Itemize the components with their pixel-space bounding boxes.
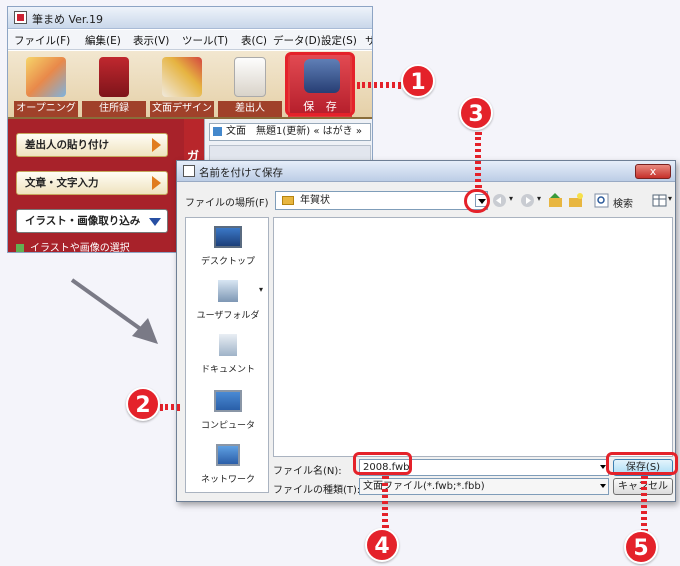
file-list[interactable]	[273, 217, 673, 457]
callout-4: 4	[365, 528, 399, 562]
new-folder-icon[interactable]	[567, 192, 584, 209]
dialog-app-icon	[183, 165, 195, 177]
user-folder-icon	[218, 280, 238, 302]
sender-paste-button[interactable]: 差出人の貼り付け	[16, 133, 168, 157]
connector-5	[641, 476, 647, 532]
menu-view[interactable]: 表示(V)	[133, 33, 169, 48]
illustration-select-label: イラストや画像の選択	[30, 243, 130, 253]
toolbar-address-book-label: 住所録	[82, 101, 146, 117]
view-dropdown-icon[interactable]: ▾	[668, 194, 672, 203]
place-user-folder[interactable]: ユーザフォルダ	[186, 274, 270, 330]
app-titlebar: 筆まめ Ver.19	[8, 7, 372, 29]
computer-icon	[214, 390, 242, 412]
text-input-button[interactable]: 文章・文字入力	[16, 171, 168, 195]
filetype-select[interactable]: 文面ファイル(*.fwb;*.fbb)	[359, 478, 609, 495]
callout-3: 3	[459, 96, 493, 130]
place-documents[interactable]: ドキュメント	[186, 328, 270, 384]
forward-icon[interactable]	[519, 192, 536, 209]
close-button[interactable]: x	[635, 164, 671, 179]
chevron-down-icon[interactable]	[600, 484, 606, 488]
callout-1: 1	[401, 64, 435, 98]
connector-4	[382, 476, 388, 528]
place-desktop-label: デスクトップ	[200, 257, 255, 267]
dialog-title: 名前を付けて保存	[199, 167, 283, 179]
place-network-label: ネットワーク	[200, 475, 255, 485]
filename-label: ファイル名(N):	[273, 466, 342, 477]
menu-table[interactable]: 表(C)	[241, 33, 267, 48]
desktop-icon	[214, 226, 242, 248]
toolbar-address-book-button[interactable]: 住所録	[82, 55, 146, 117]
place-desktop[interactable]: デスクトップ	[186, 220, 270, 276]
highlight-save-button	[606, 452, 678, 475]
menu-edit[interactable]: 編集(E)	[85, 33, 121, 48]
chevron-down-icon	[149, 218, 161, 226]
callout-2: 2	[126, 387, 160, 421]
highlight-filename	[353, 452, 412, 475]
look-in-select[interactable]: 年賀状	[275, 191, 488, 210]
menu-settings[interactable]: 設定(S)	[321, 33, 357, 48]
menu-more[interactable]: サ	[365, 33, 372, 48]
arrow-right-icon	[152, 138, 161, 152]
place-documents-label: ドキュメント	[200, 365, 255, 375]
guide-sidebar: 差出人の貼り付け 文章・文字入力 イラスト・画像取り込み イラストや画像の選択	[8, 119, 184, 253]
design-icon	[162, 57, 202, 97]
toolbar-opening-button[interactable]: オープニング	[14, 55, 78, 117]
connector-2	[160, 404, 180, 410]
toolbar-opening-label: オープニング	[14, 101, 78, 117]
back-dropdown-icon[interactable]: ▾	[509, 194, 513, 203]
menu-tools[interactable]: ツール(T)	[182, 33, 228, 48]
menu-data[interactable]: データ(D)	[273, 33, 321, 48]
app-title: 筆まめ Ver.19	[32, 13, 103, 26]
look-in-label: ファイルの場所(F)	[185, 198, 269, 209]
highlight-look-in-dropdown	[464, 189, 490, 213]
place-computer[interactable]: コンピュータ	[186, 384, 270, 440]
toolbar-sender-button[interactable]: 差出人	[218, 55, 282, 117]
sender-paste-label: 差出人の貼り付け	[25, 139, 109, 151]
toolbar-design-label: 文面デザイン	[150, 101, 214, 117]
address-book-icon	[99, 57, 129, 97]
dialog-titlebar: 名前を付けて保存 x	[177, 161, 675, 182]
sender-icon	[234, 57, 266, 97]
search-icon[interactable]	[593, 192, 610, 209]
flow-arrow	[70, 278, 158, 344]
documents-icon	[219, 334, 237, 356]
place-computer-label: コンピュータ	[200, 421, 255, 431]
app-logo-icon	[14, 11, 27, 24]
illustration-import-button[interactable]: イラスト・画像取り込み	[16, 209, 168, 233]
menu-bar: ファイル(F) 編集(E) 表示(V) ツール(T) 表(C) データ(D) 設…	[8, 30, 372, 50]
place-network[interactable]: ネットワーク	[186, 438, 270, 494]
illustration-import-label: イラスト・画像取り込み	[25, 215, 141, 227]
arrow-right-icon	[152, 176, 161, 190]
document-toolbar	[209, 145, 371, 161]
connector-3	[475, 132, 481, 188]
document-tab[interactable]: 文面 無題1(更新) « はがき »	[209, 123, 371, 141]
back-icon[interactable]	[491, 192, 508, 209]
place-user-folder-label: ユーザフォルダ	[196, 311, 260, 321]
places-bar: デスクトップ ユーザフォルダ ドキュメント コンピュータ ネットワーク	[185, 217, 269, 493]
forward-dropdown-icon[interactable]: ▾	[537, 194, 541, 203]
filetype-label: ファイルの種類(T):	[273, 485, 361, 496]
network-icon	[216, 444, 240, 466]
opening-icon	[26, 57, 66, 97]
save-dialog: 名前を付けて保存 x ファイルの場所(F) 年賀状 ▾ ▾ 検索 ▾ デスクトッ…	[176, 160, 676, 502]
menu-file[interactable]: ファイル(F)	[14, 33, 70, 48]
connector-1	[357, 82, 401, 88]
highlight-save-toolbar	[285, 52, 355, 116]
callout-5: 5	[624, 530, 658, 564]
up-folder-icon[interactable]	[547, 192, 564, 209]
toolbar-sender-label: 差出人	[218, 101, 282, 117]
gem-icon	[16, 244, 24, 252]
view-menu-icon[interactable]	[651, 192, 668, 209]
toolbar-design-button[interactable]: 文面デザイン	[150, 55, 214, 117]
folder-icon	[282, 196, 294, 205]
user-folder-dropdown-icon[interactable]: ▾	[259, 285, 263, 294]
text-input-label: 文章・文字入力	[25, 177, 99, 189]
look-in-value: 年賀状	[300, 195, 330, 206]
illustration-select-item[interactable]: イラストや画像の選択	[16, 239, 130, 253]
search-label[interactable]: 検索	[613, 195, 633, 210]
